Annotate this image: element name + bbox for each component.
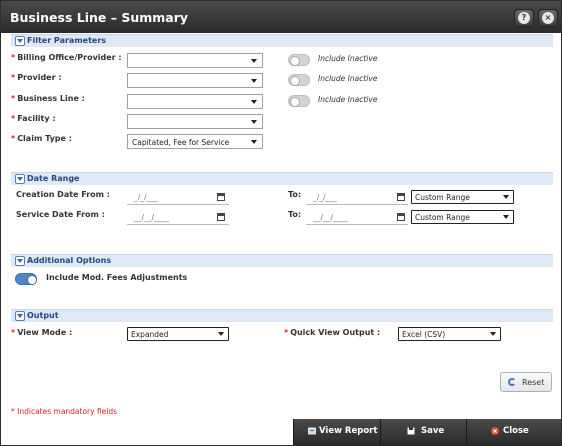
provider-include-inactive-toggle[interactable] [288,74,310,86]
close-circle-icon [491,427,499,435]
include-inactive-label: Include Inactive [318,95,378,104]
quick-view-label: * Quick View Output : [284,328,381,337]
chevron-down-icon [490,332,496,336]
section-title: Filter Parameters [27,36,107,45]
mod-fees-label: Include Mod. Fees Adjustments [46,273,188,282]
service-to-label: To: [288,210,302,219]
close-button[interactable]: Close [466,419,561,445]
business-line-select[interactable] [127,94,263,109]
include-inactive-label: Include Inactive [318,54,378,63]
provider-label: * Provider : [11,73,62,82]
creation-date-label: Creation Date From : [16,190,110,199]
chevron-down-icon [251,59,257,63]
report-dialog: Business Line – Summary ? × Filter Param… [0,0,562,446]
service-date-from-input[interactable]: __/__/____ [127,210,229,225]
section-title: Date Range [27,174,80,183]
chevron-down-icon [251,120,257,124]
chevron-down-icon [251,79,257,83]
section-title: Additional Options [27,256,112,265]
collapse-icon[interactable] [15,174,25,184]
claim-type-select[interactable]: Capitated, Fee for Service [127,134,263,149]
billing-include-inactive-toggle[interactable] [288,54,310,66]
chevron-down-icon [218,332,224,336]
save-button[interactable]: Save [380,419,467,445]
mod-fees-toggle[interactable] [15,273,37,285]
chevron-down-icon [251,100,257,104]
billing-office-select[interactable] [127,53,263,68]
chevron-down-icon [503,215,509,219]
collapse-icon[interactable] [15,256,25,266]
output-header[interactable]: Output [11,309,553,322]
refresh-icon [508,378,516,386]
help-button[interactable]: ? [514,9,534,27]
close-icon: × [542,12,554,24]
service-range-select[interactable]: Custom Range [411,210,514,224]
calendar-icon[interactable] [397,193,405,201]
provider-select[interactable] [127,73,263,88]
chevron-down-icon [251,140,257,144]
title-bar: Business Line – Summary ? × [1,1,561,33]
close-window-button[interactable]: × [538,9,558,27]
facility-select[interactable] [127,114,263,129]
reset-label: Reset [522,378,545,387]
save-label: Save [421,426,445,436]
service-date-label: Service Date From : [16,210,105,219]
include-inactive-label: Include Inactive [318,74,378,83]
claim-type-label: * Claim Type : [11,134,72,143]
save-icon [407,427,415,435]
mandatory-note: * Indicates mandatory fields [11,407,118,416]
calendar-icon[interactable] [217,213,225,221]
creation-range-select[interactable]: Custom Range [411,190,514,204]
quick-view-select[interactable]: Excel (CSV) [398,327,501,341]
footer-bar: View Report Save Close [293,419,561,445]
calendar-icon[interactable] [397,213,405,221]
report-icon [308,427,316,435]
view-mode-label: * View Mode : [11,328,73,337]
creation-date-to-input[interactable]: _/_/___ [306,190,408,205]
date-range-header[interactable]: Date Range [11,172,553,185]
view-mode-select[interactable]: Expanded [127,327,229,341]
claim-type-value: Capitated, Fee for Service [132,138,230,147]
filter-parameters-header[interactable]: Filter Parameters [11,34,553,47]
business-line-label: * Business Line : [11,94,85,103]
help-icon: ? [518,12,530,24]
chevron-down-icon [503,195,509,199]
view-report-label: View Report [319,426,378,436]
billing-office-label: * Billing Office/Provider : [11,53,122,62]
reset-button[interactable]: Reset [500,372,552,392]
calendar-icon[interactable] [217,193,225,201]
creation-date-from-input[interactable]: _/_/___ [127,190,229,205]
dialog-title: Business Line – Summary [10,10,189,25]
collapse-icon[interactable] [15,311,25,321]
additional-options-header[interactable]: Additional Options [11,254,553,267]
service-date-to-input[interactable]: __/__/____ [306,210,408,225]
facility-label: * Facility : [11,114,56,123]
close-label: Close [503,426,529,436]
section-title: Output [27,311,59,320]
creation-to-label: To: [288,190,302,199]
view-report-button[interactable]: View Report [293,419,381,445]
collapse-icon[interactable] [15,36,25,46]
business-line-include-inactive-toggle[interactable] [288,95,310,107]
